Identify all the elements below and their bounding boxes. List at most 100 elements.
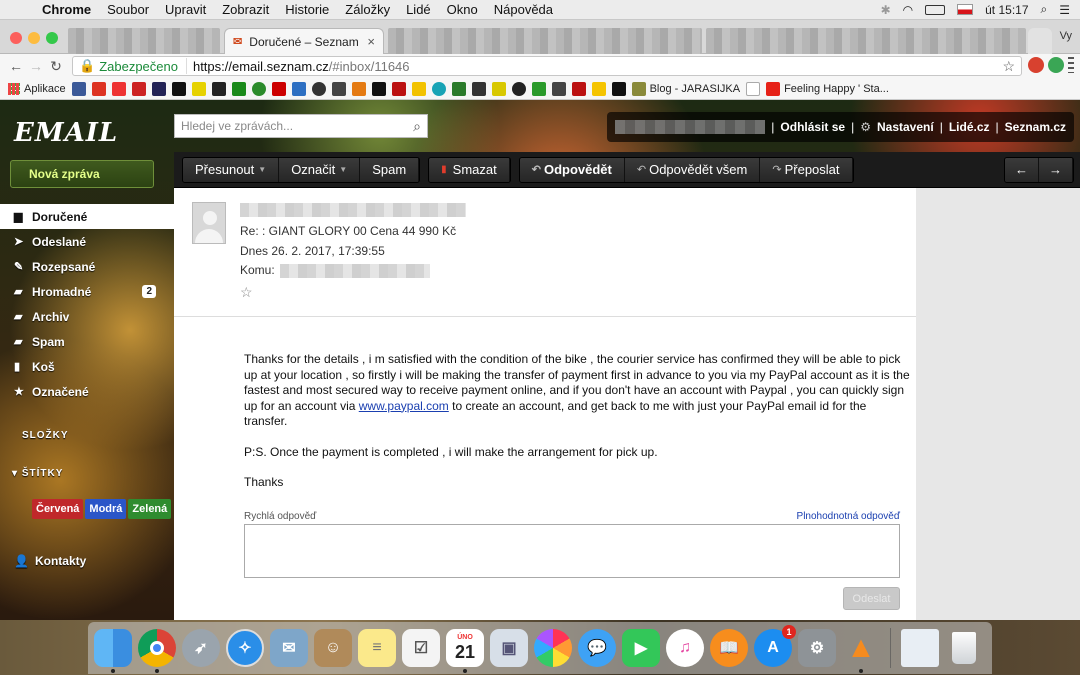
tab-blurred-3[interactable] [706,28,1026,54]
extension-green-icon[interactable] [1048,57,1064,73]
bookmark-star-icon[interactable]: ☆ [1002,58,1015,75]
quick-reply-textarea[interactable] [244,524,900,578]
menu-lide[interactable]: Lidé [398,2,439,17]
downloads-stack-icon[interactable] [901,629,939,667]
labels-section-label[interactable]: ▾ ŠTÍTKY [12,468,63,479]
bookmark-icon-r[interactable] [331,81,346,96]
spotlight-icon[interactable]: ⌕ [1041,2,1048,17]
folder-sent[interactable]: ➤ Odeslané [0,229,174,254]
sender-line[interactable] [240,202,466,217]
app-store-icon[interactable]: A 1 [754,625,796,667]
bookmark-icon-teal[interactable] [431,81,446,96]
bookmark-feeling-happy[interactable]: Feeling Happy ' Sta... [766,81,889,96]
menu-zobrazit[interactable]: Zobrazit [214,2,277,17]
tab-active[interactable]: ✉ Doručené – Seznam Em × [224,28,384,54]
bluetooth-icon[interactable]: ✱ [881,3,891,17]
previous-message-button[interactable]: ← [1005,157,1039,182]
bookmark-icon-dl[interactable] [391,81,406,96]
full-reply-link[interactable]: Plnohodnotná odpověď [797,511,900,522]
minimize-window-button[interactable] [28,32,40,44]
secure-indicator[interactable]: 🔒 Zabezpečeno [79,58,187,74]
notification-center-icon[interactable]: ☰ [1059,3,1070,17]
facebook-icon[interactable] [71,81,86,96]
system-preferences-icon[interactable]: ⚙ [798,629,836,667]
contacts-link[interactable]: 👤 Kontakty [14,554,86,568]
bookmark-icon-s[interactable] [91,81,106,96]
bookmark-icon-cart[interactable] [491,81,506,96]
menu-soubor[interactable]: Soubor [99,2,157,17]
bookmark-icon-er[interactable] [231,81,246,96]
bookmark-icon-c[interactable] [191,81,206,96]
bookmark-icon-pb[interactable] [271,81,286,96]
bookmark-icon-eye[interactable] [451,81,466,96]
chrome-menu-icon[interactable] [1068,57,1074,73]
reply-all-button[interactable]: ↶ Odpovědět všem [624,157,761,182]
profile-label[interactable]: Vy [1060,30,1072,42]
bookmark-icon-dark-2[interactable] [551,81,566,96]
new-tab-button[interactable] [1028,28,1052,54]
logout-link[interactable]: Odhlásit se [780,120,845,134]
back-arrow-icon[interactable]: ← [6,58,26,74]
bookmark-icon-rec[interactable] [131,81,146,96]
delete-button[interactable]: ▮ Smazat [429,157,510,182]
folder-inbox[interactable]: ▆ Doručené [0,204,174,229]
finder-icon[interactable] [94,629,132,673]
bookmark-icon-orange[interactable] [351,81,366,96]
mail-icon[interactable]: ✉ [270,629,308,667]
send-button[interactable]: Odeslat [843,587,900,610]
forward-button[interactable]: ↷ Přeposlat [760,157,853,182]
photos-icon[interactable] [534,629,572,667]
search-icon[interactable]: ⌕ [413,118,421,135]
extension-badge-icon[interactable] [1028,57,1044,73]
notes-icon[interactable]: ≡ [358,629,396,667]
bookmark-icon-1335[interactable] [611,81,626,96]
address-bar[interactable]: 🔒 Zabezpečeno https://email.seznam.cz/#i… [72,56,1022,76]
bookmark-blog[interactable]: Blog - JARASIJKA [631,81,740,96]
bookmark-icon-globe[interactable] [311,81,326,96]
menu-napoveda[interactable]: Nápověda [486,2,561,17]
calendar-icon[interactable]: ÚNO 21 [446,629,484,673]
search-input[interactable]: Hledej ve zprávách... ⌕ [174,114,428,138]
zoom-window-button[interactable] [46,32,58,44]
itunes-icon[interactable]: ♫ [666,629,704,667]
tab-blurred-1[interactable] [68,28,220,54]
tab-close-icon[interactable]: × [367,34,375,49]
bookmark-icon-pdf[interactable] [571,81,586,96]
tab-blurred-2[interactable] [388,28,702,54]
star-icon[interactable]: ☆ [240,284,253,301]
messages-icon[interactable]: 💬 [578,629,616,667]
bookmark-icon-q[interactable] [531,81,546,96]
move-button[interactable]: Přesunout ▼ [183,157,280,182]
contacts-app-icon[interactable]: ☺ [314,629,352,667]
forward-arrow-icon[interactable]: → [26,58,46,74]
facetime-icon[interactable]: ▶ [622,629,660,667]
safari-icon[interactable]: ✧ [226,629,264,667]
email-logo[interactable]: EMAIL [14,118,118,148]
bookmark-icon-dark[interactable] [211,81,226,96]
bookmark-icon-lines[interactable] [151,81,166,96]
wifi-icon[interactable]: ◠ [903,3,913,17]
lide-link[interactable]: Lidé.cz [949,120,990,134]
paypal-link[interactable]: www.paypal.com [359,399,449,413]
label-green[interactable]: Zelená [128,499,172,519]
vlc-icon[interactable]: ▲ [842,629,880,673]
folder-bulk[interactable]: ▰ Hromadné 2 [0,279,174,304]
menu-historie[interactable]: Historie [277,2,337,17]
bookmark-icon-c-yellow[interactable] [411,81,426,96]
bookmark-icon-skull[interactable] [371,81,386,96]
url-text[interactable]: https://email.seznam.cz/#inbox/11646 [193,59,410,74]
chrome-icon[interactable] [138,629,176,673]
preview-icon[interactable]: ▣ [490,629,528,667]
bookmark-icon-blue[interactable] [291,81,306,96]
menu-clock[interactable]: út 15:17 [985,3,1028,17]
folder-drafts[interactable]: ✎ Rozepsané [0,254,174,279]
bookmark-icon-page[interactable] [746,81,761,96]
menu-zalozky[interactable]: Záložky [337,2,398,17]
menu-app-chrome[interactable]: Chrome [34,2,99,17]
next-message-button[interactable]: → [1039,157,1073,182]
ibooks-icon[interactable]: 📖 [710,629,748,667]
settings-link[interactable]: Nastavení [877,120,934,134]
close-window-button[interactable] [10,32,22,44]
bookmark-icon-power[interactable] [251,81,266,96]
reload-icon[interactable]: ↻ [46,58,66,75]
